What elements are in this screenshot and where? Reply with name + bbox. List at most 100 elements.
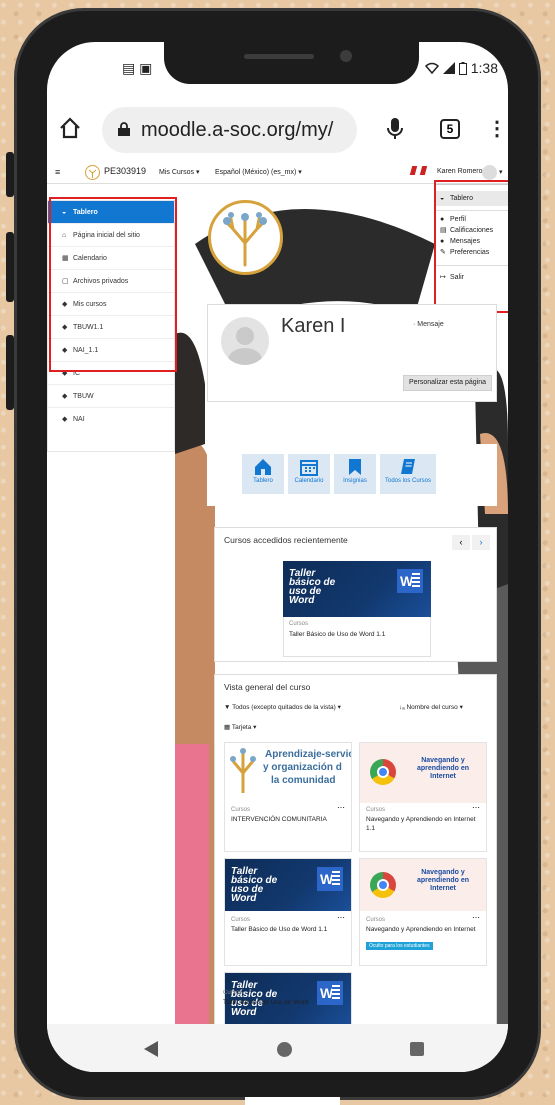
web-content: ≡ PE303919 Mis Cursos ▾ Español (México)… [47, 162, 508, 1024]
bottom-connector [245, 1097, 340, 1105]
course-banner-line: aprendiendo en [416, 877, 470, 884]
course-category: Cursos [231, 807, 251, 813]
course-banner-line: Navegando y [421, 869, 465, 876]
course-name[interactable]: Taller Básico de Uso de Word 1.1 [231, 925, 343, 934]
quick-link-insignias[interactable]: Insignias [334, 454, 376, 494]
course-banner-title: Taller básico de uso de Word [289, 568, 336, 606]
quick-link-tablero[interactable]: Tablero [242, 454, 284, 494]
course-card-word[interactable]: Taller básico de uso de Word W ⋯ Cursos … [224, 858, 352, 966]
bookmark-icon [349, 459, 361, 475]
graduation-cap-icon: ◆ [62, 416, 68, 423]
course-image: Navegando y aprendiendo en Internet [360, 859, 486, 911]
next-button[interactable]: › [472, 535, 490, 550]
chevron-down-icon[interactable]: ▾ [499, 168, 503, 176]
browser-toolbar: moodle.a-soc.org/my/ 5 ⋮ [47, 107, 508, 155]
word-logo-icon: W [397, 569, 423, 593]
course-name[interactable]: Taller Básico de Uso de Word [223, 998, 343, 1007]
hamburger-icon[interactable]: ≡ [55, 167, 60, 177]
lock-icon [118, 122, 130, 136]
phone-side-button [6, 152, 14, 197]
chrome-logo-icon [370, 759, 396, 785]
quick-links-block: Tablero Calendario Insignias Todos los C… [207, 444, 497, 506]
course-category: Cursos [289, 621, 309, 627]
course-name[interactable]: Taller Básico de Uso de Word 1.1 [289, 630, 425, 639]
course-banner-line: Internet [430, 885, 456, 892]
graduation-cap-icon: ◆ [62, 393, 68, 400]
recent-course-card-body[interactable]: Cursos Taller Básico de Uso de Word 1.1 [283, 617, 431, 657]
front-camera [340, 50, 352, 62]
prev-button[interactable]: ‹ [452, 535, 470, 550]
course-card-navegando[interactable]: Navegando y aprendiendo en Internet ⋯ Cu… [359, 858, 487, 966]
course-category: Cursos [231, 917, 251, 923]
chrome-logo-icon [370, 872, 396, 898]
hidden-badge: Oculto para los estudiantes [366, 942, 433, 950]
course-overview-block: Vista general del curso ▼ Todos (excepto… [214, 674, 497, 1024]
word-logo-icon: W [317, 867, 343, 891]
language-menu[interactable]: Español (México) (es_mx) ▾ [215, 168, 302, 176]
filter-dropdown[interactable]: ▼ Todos (excepto quitados de la vista) ▾ [224, 703, 341, 711]
android-navbar [47, 1024, 508, 1072]
messages-icon[interactable] [419, 166, 428, 175]
phone-volume-down [6, 335, 14, 410]
course-image: Taller básico de uso de Word W [225, 859, 351, 911]
course-name[interactable]: Navegando y Aprendiendo en Internet 1.1 [366, 815, 478, 833]
home-button-icon[interactable] [277, 1042, 292, 1057]
course-banner-title: Taller básico de uso de Word [231, 866, 278, 904]
quick-link-todos-cursos[interactable]: Todos los Cursos [380, 454, 436, 494]
course-card-intervencion[interactable]: Aprendizaje-servic y organización d la c… [224, 742, 352, 852]
sidebar-item-nai[interactable]: ◆ NAI [48, 408, 174, 431]
message-link[interactable]: · Mensaje [413, 321, 444, 328]
quick-link-calendario[interactable]: Calendario [288, 454, 330, 494]
phone-volume-up [6, 232, 14, 302]
sidebar-highlight-box [49, 197, 177, 372]
status-left-icons: ▤ ▣ [122, 60, 153, 76]
my-courses-menu[interactable]: Mis Cursos ▾ [159, 168, 199, 176]
home-icon[interactable] [59, 117, 81, 139]
course-image: Navegando y aprendiendo en Internet [360, 743, 486, 803]
course-banner-line: y organización d [263, 762, 342, 773]
tree-logo-icon [223, 212, 267, 267]
course-name[interactable]: INTERVENCIÓN COMUNITARIA [231, 815, 343, 824]
course-category: Cursos [366, 807, 386, 813]
site-short-name[interactable]: PE303919 [104, 166, 146, 176]
course-banner-line: Navegando y [421, 757, 465, 764]
course-name[interactable]: Navegando y Aprendiendo en Internet [366, 925, 478, 934]
battery-icon [458, 61, 467, 75]
signal-icon [442, 62, 455, 74]
site-logo [208, 200, 283, 275]
overview-title: Vista general del curso [224, 682, 311, 692]
recent-courses-title: Cursos accedidos recientemente [224, 535, 348, 545]
site-logo-icon [85, 165, 100, 180]
sort-dropdown[interactable]: ↓ₐ Nombre del curso ▾ [399, 703, 463, 711]
course-category: Cursos [223, 990, 243, 996]
course-banner-line: Aprendizaje-servic [265, 749, 351, 760]
course-card-navegando-11[interactable]: Navegando y aprendiendo en Internet ⋯ Cu… [359, 742, 487, 852]
status-right: 1:38 [424, 60, 498, 76]
microphone-icon[interactable] [387, 117, 403, 141]
course-banner-line: la comunidad [271, 775, 336, 786]
wifi-icon [424, 62, 439, 74]
course-banner-line: aprendiendo en [416, 765, 470, 772]
course-image: Aprendizaje-servic y organización d la c… [225, 743, 351, 803]
course-category: Cursos [366, 917, 386, 923]
url-text[interactable]: moodle.a-soc.org/my/ [141, 119, 333, 142]
notch [164, 42, 419, 84]
recents-icon[interactable] [410, 1042, 424, 1056]
browser-menu-icon[interactable]: ⋮ [487, 119, 507, 139]
tab-switcher-icon[interactable]: 5 [440, 119, 460, 139]
course-card-word-2-text[interactable]: Cursos Taller Básico de Uso de Word [223, 990, 343, 1018]
sidebar-item-tbuw[interactable]: ◆ TBUW [48, 385, 174, 408]
notification-icon[interactable] [409, 166, 418, 175]
calendar-icon [300, 460, 318, 476]
recent-course-image[interactable]: Taller básico de uso de Word W [283, 561, 431, 617]
back-icon[interactable] [144, 1041, 158, 1057]
book-icon [401, 459, 415, 474]
tree-logo-icon [230, 748, 256, 793]
home-icon [255, 459, 271, 475]
customize-page-button[interactable]: Personalizar esta página [403, 375, 492, 391]
profile-avatar[interactable] [221, 317, 269, 365]
view-dropdown[interactable]: ▦ Tarjeta ▾ [224, 723, 256, 731]
user-name[interactable]: Karen Romero [437, 168, 483, 175]
avatar[interactable] [482, 165, 497, 180]
recent-courses-block: Cursos accedidos recientemente ‹ › Talle… [214, 527, 497, 662]
